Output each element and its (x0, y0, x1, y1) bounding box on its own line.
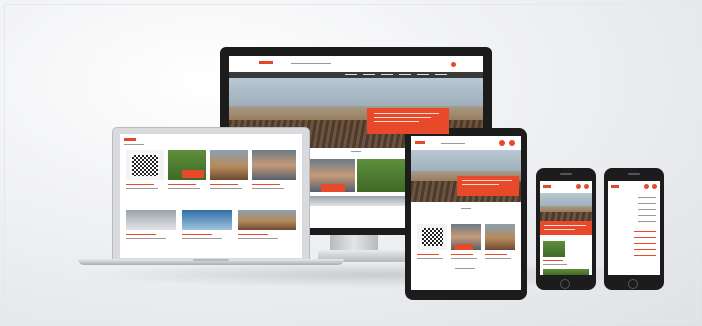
teaser-image[interactable] (543, 269, 589, 275)
teaser-headline[interactable] (252, 184, 280, 185)
teaser-image[interactable] (543, 241, 565, 257)
menu-item[interactable] (638, 203, 656, 204)
laptop-screen (120, 134, 302, 258)
teaser-text (451, 258, 477, 259)
menu-item[interactable] (638, 221, 656, 222)
section-divider (461, 208, 471, 209)
teaser-text (252, 188, 284, 189)
nav-item[interactable] (435, 74, 447, 75)
menu-item-active[interactable] (634, 249, 656, 250)
header-menu-dot[interactable] (644, 184, 649, 189)
menu-item-active[interactable] (634, 237, 656, 238)
teaser-qr-image[interactable] (126, 150, 164, 180)
teaser-headline[interactable] (182, 234, 212, 235)
teaser-image[interactable] (182, 210, 232, 230)
pagination[interactable] (455, 268, 475, 269)
hero-sky (229, 78, 483, 106)
site-logo (259, 61, 273, 64)
teaser-image[interactable] (357, 159, 405, 192)
header-menu-dot[interactable] (499, 140, 505, 146)
menu-item[interactable] (638, 209, 656, 210)
header-tagline (291, 63, 331, 64)
teaser-image[interactable] (252, 150, 296, 180)
hero-sky (540, 193, 592, 206)
mockup-stage (0, 0, 702, 326)
header-menu-dot[interactable] (576, 184, 581, 189)
nav-item[interactable] (381, 74, 393, 75)
teaser-text (182, 238, 222, 239)
nav-item[interactable] (345, 74, 357, 75)
teaser-text (126, 188, 158, 189)
teaser-text (210, 188, 242, 189)
menu-item-active[interactable] (634, 255, 656, 256)
hero-banner (367, 108, 449, 134)
teaser-text (168, 188, 200, 189)
header-menu-dot[interactable] (584, 184, 589, 189)
hero-sky (411, 150, 521, 171)
site-logo (415, 141, 425, 144)
hero-banner (540, 221, 592, 235)
teaser-headline[interactable] (210, 184, 238, 185)
header-menu-dot[interactable] (652, 184, 657, 189)
teaser-headline[interactable] (451, 254, 473, 255)
teaser-button[interactable] (321, 184, 345, 192)
menu-item-active[interactable] (634, 243, 656, 244)
teaser-headline[interactable] (126, 234, 156, 235)
menu-item[interactable] (638, 197, 656, 198)
phone-home-button[interactable] (560, 279, 570, 289)
teaser-qr-image[interactable] (417, 224, 447, 250)
site-header (229, 56, 483, 73)
teaser-button[interactable] (182, 170, 204, 178)
teaser-image[interactable] (126, 210, 176, 230)
menu-item[interactable] (638, 215, 656, 216)
section-divider (351, 151, 361, 152)
teaser-text (417, 258, 443, 259)
header-tagline (441, 143, 465, 144)
teaser-text (126, 238, 166, 239)
teaser-headline[interactable] (417, 254, 439, 255)
tablet-screen (411, 136, 521, 290)
teaser-headline[interactable] (238, 234, 268, 235)
nav-item[interactable] (417, 74, 429, 75)
menu-item-active[interactable] (634, 231, 656, 232)
laptop-notch (193, 259, 229, 261)
nav-item[interactable] (399, 74, 411, 75)
header-menu-dot[interactable] (509, 140, 515, 146)
teaser-headline[interactable] (126, 184, 154, 185)
nav-item[interactable] (363, 74, 375, 75)
teaser-image[interactable] (485, 224, 515, 250)
header-menu-dot[interactable] (451, 62, 456, 67)
teaser-headline[interactable] (485, 254, 507, 255)
teaser-text (485, 258, 511, 259)
teaser-image[interactable] (210, 150, 248, 180)
site-logo (543, 185, 551, 188)
teaser-button[interactable] (455, 244, 473, 250)
phone-screen (540, 181, 592, 275)
phone-speaker (560, 173, 572, 175)
teaser-text (543, 264, 567, 265)
phone-home-button[interactable] (628, 279, 638, 289)
site-logo (611, 185, 619, 188)
teaser-text (238, 238, 278, 239)
hero-banner (457, 176, 519, 196)
phone-screen (608, 181, 660, 275)
site-header (411, 136, 521, 151)
site-logo (124, 138, 136, 141)
teaser-image[interactable] (238, 210, 296, 230)
header-tagline (124, 144, 144, 145)
teaser-headline[interactable] (543, 260, 563, 261)
teaser-headline[interactable] (168, 184, 196, 185)
phone-speaker (628, 173, 640, 175)
